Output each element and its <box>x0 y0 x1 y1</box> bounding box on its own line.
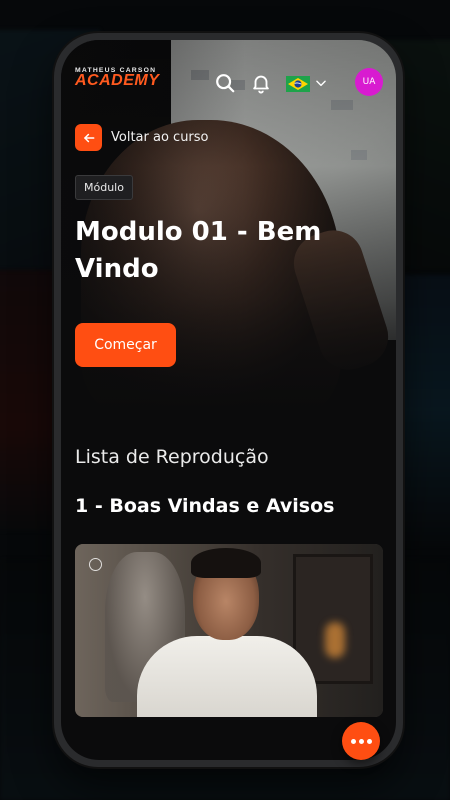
more-dots-icon <box>350 738 372 744</box>
playlist-heading: Lista de Reprodução <box>75 446 269 468</box>
back-label: Voltar ao curso <box>111 130 209 145</box>
app-screen: MATHEUS CARSON ACADEMY UA Voltar ao curs… <box>61 40 396 760</box>
lesson-title: 1 - Boas Vindas e Avisos <box>75 495 335 517</box>
dot <box>358 738 364 744</box>
lamp-glow <box>325 622 345 658</box>
watched-indicator-icon[interactable] <box>89 558 102 571</box>
chat-support-button[interactable] <box>342 722 380 760</box>
user-avatar[interactable]: UA <box>355 68 383 96</box>
dot <box>350 738 356 744</box>
logo-main-text: ACADEMY <box>75 72 160 89</box>
module-badge: Módulo <box>75 175 133 200</box>
brazil-flag-icon[interactable] <box>286 76 310 92</box>
presenter-hair <box>191 548 261 578</box>
search-icon[interactable] <box>213 71 237 95</box>
back-to-course-link[interactable]: Voltar ao curso <box>75 124 209 151</box>
phone-frame: MATHEUS CARSON ACADEMY UA Voltar ao curs… <box>54 33 403 767</box>
dot <box>366 738 372 744</box>
lesson-thumbnail[interactable] <box>75 544 383 717</box>
chevron-down-icon[interactable] <box>313 75 329 91</box>
notifications-bell-icon[interactable] <box>249 71 273 95</box>
module-title: Modulo 01 - Bem Vindo <box>75 217 322 284</box>
presenter-shirt <box>137 636 317 717</box>
arrow-left-icon <box>75 124 102 151</box>
top-bar: MATHEUS CARSON ACADEMY UA <box>61 40 396 120</box>
academy-logo[interactable]: MATHEUS CARSON ACADEMY <box>75 67 215 89</box>
start-button[interactable]: Começar <box>75 323 176 367</box>
